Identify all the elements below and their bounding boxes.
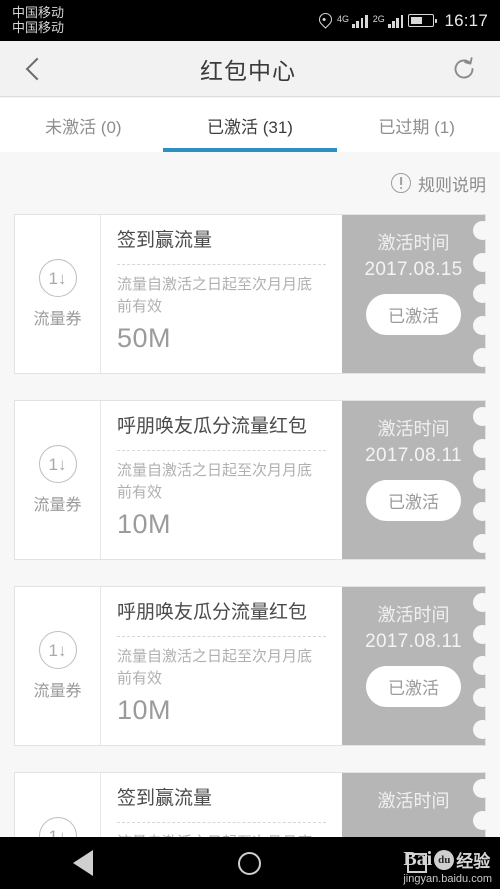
- tab-expired-coupons[interactable]: 已过期 (1): [333, 98, 500, 152]
- coupon-list[interactable]: 1↓ 流量券 签到赢流量 流量自激活之日起至次月月底前有效 50M 激活时间 2…: [0, 214, 500, 837]
- watermark-logo: Bai 经验: [403, 847, 490, 872]
- battery-icon: [408, 14, 438, 27]
- carrier-secondary: 中国移动: [12, 19, 65, 35]
- data-coupon-icon: 1↓: [38, 445, 77, 483]
- rules-link[interactable]: 规则说明: [391, 171, 486, 196]
- status-clock: 16:17: [444, 10, 488, 30]
- activation-time-label: 激活时间: [377, 419, 450, 439]
- table-row[interactable]: 1↓ 流量券 签到赢流量 流量自激活之日起至次月月底前有效 激活时间: [14, 772, 492, 837]
- paw-icon: [434, 849, 455, 870]
- system-nav-bar: Bai 经验 jingyan.baidu.com: [0, 837, 500, 889]
- location-pin-icon: [316, 9, 335, 29]
- refresh-icon[interactable]: [450, 55, 478, 83]
- activation-date: 2017.08.11: [365, 631, 462, 652]
- scallop-edge: [471, 401, 492, 559]
- signal-bars-1: [352, 14, 368, 28]
- coupon-type-column: 1↓ 流量券: [15, 401, 101, 559]
- carrier-primary: 中国移动: [12, 4, 65, 20]
- coupon-type-label: 流量券: [33, 311, 82, 328]
- rules-row: 规则说明: [0, 152, 500, 214]
- activation-panel: 激活时间 2017.08.11 已激活: [342, 401, 492, 559]
- data-coupon-icon: 1↓: [38, 631, 77, 669]
- page-header: 红包中心: [0, 41, 500, 97]
- table-row[interactable]: 1↓ 流量券 签到赢流量 流量自激活之日起至次月月底前有效 50M 激活时间 2…: [14, 214, 492, 374]
- status-icons: 4G 2G 16:17: [316, 9, 488, 31]
- network-type-label-2: 2G: [372, 13, 385, 24]
- coupon-description: 流量自激活之日起至次月月底前有效: [117, 647, 313, 687]
- nav-home-circle-icon[interactable]: [220, 837, 280, 889]
- coupon-details: 呼朋唤友瓜分流量红包 流量自激活之日起至次月月底前有效 10M: [101, 401, 342, 559]
- nav-back-triangle-icon[interactable]: [53, 837, 113, 889]
- table-row[interactable]: 1↓ 流量券 呼朋唤友瓜分流量红包 流量自激活之日起至次月月底前有效 10M 激…: [14, 400, 492, 560]
- coupon-amount: 50M: [117, 323, 172, 354]
- activation-time-label: 激活时间: [377, 233, 450, 253]
- activation-time-label: 激活时间: [377, 791, 450, 811]
- watermark-bai-text: Bai: [403, 848, 433, 870]
- rules-label: 规则说明: [418, 175, 486, 195]
- page-title: 红包中心: [200, 57, 296, 84]
- signal-2g: 2G: [373, 14, 404, 28]
- baidu-jingyan-watermark: Bai 经验 jingyan.baidu.com: [403, 847, 492, 885]
- activation-panel: 激活时间 2017.08.15 已激活: [342, 215, 492, 373]
- status-badge[interactable]: 已激活: [366, 294, 461, 335]
- watermark-url: jingyan.baidu.com: [403, 873, 492, 885]
- network-type-label-1: 4G: [337, 13, 350, 24]
- status-bar: 中国移动 中国移动 4G 2G 16:17: [0, 0, 500, 41]
- chevron-left-icon[interactable]: [22, 54, 46, 84]
- app-root: 中国移动 中国移动 4G 2G 16:17 红包中心 未激活 (0) 已激活 (…: [0, 0, 500, 889]
- activation-date: 2017.08.11: [365, 445, 462, 466]
- coupon-amount: 10M: [117, 509, 172, 540]
- data-coupon-icon: 1↓: [38, 259, 77, 297]
- dashed-divider: [117, 263, 326, 265]
- data-coupon-icon: 1↓: [38, 817, 77, 837]
- activation-date: 2017.08.15: [364, 259, 463, 280]
- coupon-title: 呼朋唤友瓜分流量红包: [117, 416, 308, 437]
- coupon-type-label: 流量券: [33, 683, 82, 700]
- coupon-details: 呼朋唤友瓜分流量红包 流量自激活之日起至次月月底前有效 10M: [101, 587, 342, 745]
- tab-bar: 未激活 (0) 已激活 (31) 已过期 (1): [0, 98, 500, 152]
- table-row[interactable]: 1↓ 流量券 呼朋唤友瓜分流量红包 流量自激活之日起至次月月底前有效 10M 激…: [14, 586, 492, 746]
- coupon-type-label: 流量券: [33, 497, 82, 514]
- tab-inactive-coupons[interactable]: 未激活 (0): [0, 98, 167, 152]
- coupon-type-column: 1↓ 流量券: [15, 215, 101, 373]
- coupon-title: 呼朋唤友瓜分流量红包: [117, 602, 308, 623]
- status-badge[interactable]: 已激活: [366, 480, 461, 521]
- signal-4g: 4G: [337, 14, 368, 28]
- scallop-edge: [471, 587, 492, 745]
- scallop-edge: [471, 215, 492, 373]
- tab-activated-coupons[interactable]: 已激活 (31): [167, 98, 334, 152]
- activation-time-label: 激活时间: [377, 605, 450, 625]
- carrier-names: 中国移动 中国移动: [12, 4, 65, 35]
- coupon-title: 签到赢流量: [117, 230, 213, 251]
- dashed-divider: [117, 821, 326, 823]
- coupon-type-column: 1↓ 流量券: [15, 587, 101, 745]
- status-badge[interactable]: 已激活: [366, 666, 461, 707]
- watermark-jingyan-text: 经验: [456, 852, 491, 871]
- coupon-title: 签到赢流量: [117, 788, 213, 809]
- coupon-description: 流量自激活之日起至次月月底前有效: [117, 275, 313, 315]
- coupon-type-column: 1↓ 流量券: [15, 773, 101, 837]
- activation-panel: 激活时间: [342, 773, 492, 837]
- signal-bars-2: [387, 14, 404, 28]
- coupon-details: 签到赢流量 流量自激活之日起至次月月底前有效: [101, 773, 342, 837]
- coupon-description: 流量自激活之日起至次月月底前有效: [117, 461, 313, 501]
- dashed-divider: [117, 635, 326, 637]
- coupon-amount: 10M: [117, 695, 172, 726]
- scallop-edge: [471, 773, 492, 837]
- coupon-details: 签到赢流量 流量自激活之日起至次月月底前有效 50M: [101, 215, 342, 373]
- dashed-divider: [117, 449, 326, 451]
- activation-panel: 激活时间 2017.08.11 已激活: [342, 587, 492, 745]
- exclamation-circle-icon: [391, 173, 411, 193]
